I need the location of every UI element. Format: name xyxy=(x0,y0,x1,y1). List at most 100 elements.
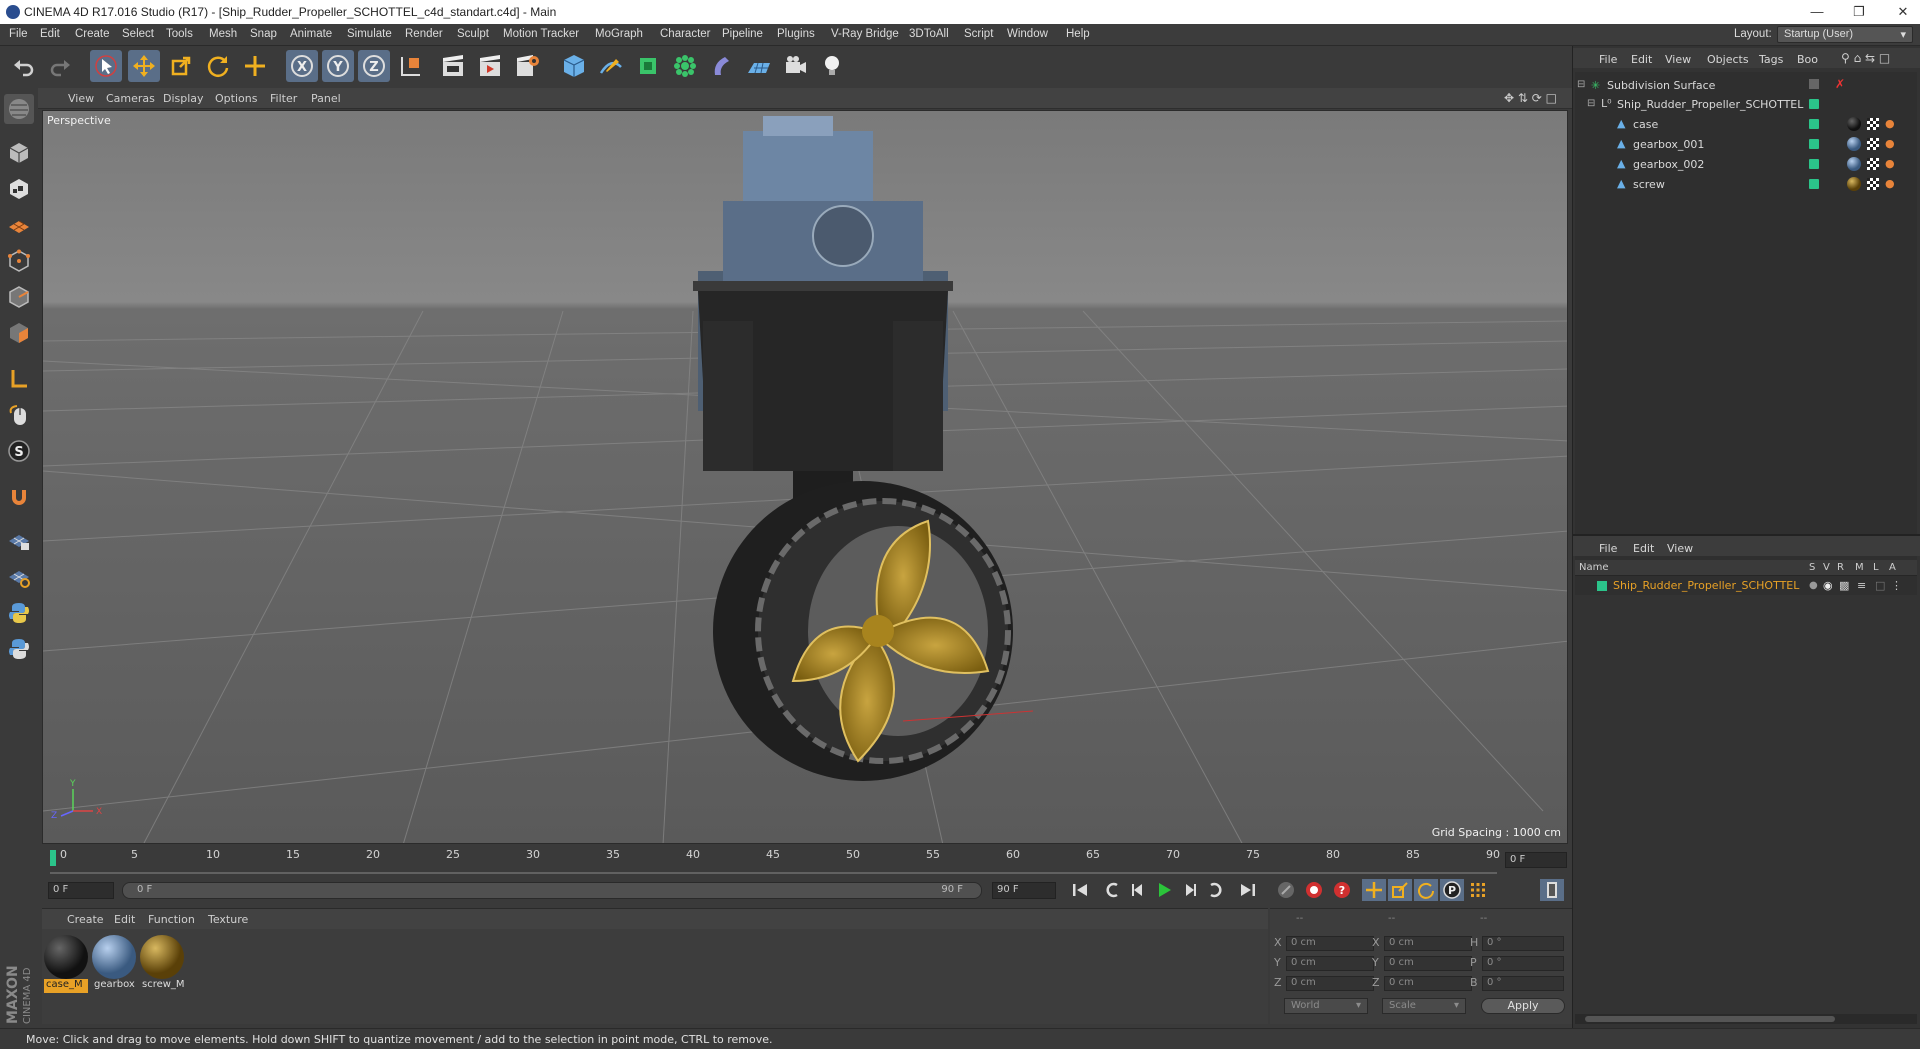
coord-rot-b-field[interactable]: 0 ° xyxy=(1482,976,1564,991)
coord-pos-z-field[interactable]: 0 cm xyxy=(1286,976,1374,991)
model-mode-button[interactable] xyxy=(4,138,34,168)
recent-tool-button[interactable] xyxy=(239,50,271,82)
x-axis-lock-button[interactable]: X xyxy=(286,50,318,82)
menu-file[interactable]: File xyxy=(9,28,28,40)
viewport-menu-options[interactable]: Options xyxy=(215,92,257,105)
phong-tag-icon[interactable]: ● xyxy=(1885,137,1895,150)
apply-button[interactable]: Apply xyxy=(1481,998,1565,1014)
add-spline-button[interactable] xyxy=(595,50,627,82)
coord-rot-p-field[interactable]: 0 ° xyxy=(1482,956,1564,971)
menu-motion-tracker[interactable]: Motion Tracker xyxy=(503,28,579,40)
edges-mode-button[interactable] xyxy=(4,282,34,312)
layer-eye-icon[interactable]: ◉ xyxy=(1823,579,1833,592)
goto-end-button[interactable] xyxy=(1236,879,1260,901)
material-menu-create[interactable]: Create xyxy=(67,913,104,926)
texture-mode-button[interactable] xyxy=(4,174,34,204)
layer-menu-view[interactable]: View xyxy=(1667,542,1693,555)
coord-rot-h-field[interactable]: 0 ° xyxy=(1482,936,1564,951)
menu-vray-bridge[interactable]: V-Ray Bridge xyxy=(831,28,899,40)
python-script-button-1[interactable] xyxy=(4,598,34,628)
prev-frame-button[interactable] xyxy=(1126,879,1150,901)
coord-pos-y-field[interactable]: 0 cm xyxy=(1286,956,1374,971)
z-axis-lock-button[interactable]: Z xyxy=(358,50,390,82)
disable-x-icon[interactable]: ✗ xyxy=(1835,77,1845,91)
viewport-menu-display[interactable]: Display xyxy=(163,92,204,105)
tweak-mode-button[interactable] xyxy=(4,400,34,430)
minimize-button[interactable]: — xyxy=(1802,2,1832,22)
viewport-nav-icons[interactable]: ✥ ⇅ ⟳ □ xyxy=(1504,91,1557,105)
undo-button[interactable] xyxy=(8,50,40,82)
frame-range-slider[interactable]: 0 F 90 F xyxy=(122,882,982,899)
material-swatch-gearbox[interactable] xyxy=(92,935,136,979)
scrollbar-thumb[interactable] xyxy=(1585,1016,1835,1022)
goto-start-button[interactable] xyxy=(1068,879,1092,901)
render-view-button[interactable] xyxy=(437,50,469,82)
uvw-tag-icon[interactable] xyxy=(1867,118,1879,130)
menu-simulate[interactable]: Simulate xyxy=(347,28,392,40)
coord-space-select[interactable]: World ▾ xyxy=(1284,998,1368,1014)
object-menu-bookmarks[interactable]: Boo xyxy=(1797,53,1818,66)
snapping-button[interactable]: S xyxy=(4,436,34,466)
material-menu-texture[interactable]: Texture xyxy=(208,913,248,926)
key-parameter-button[interactable]: P xyxy=(1440,879,1464,901)
menu-mograph[interactable]: MoGraph xyxy=(595,28,643,40)
layer-menu-file[interactable]: File xyxy=(1599,542,1617,555)
menu-help[interactable]: Help xyxy=(1066,28,1090,40)
material-label-case[interactable]: case_M xyxy=(44,979,88,993)
start-frame-field[interactable]: 0 F xyxy=(48,882,114,899)
viewport-menu-panel[interactable]: Panel xyxy=(311,92,341,105)
coord-size-z-field[interactable]: 0 cm xyxy=(1384,976,1472,991)
object-manager-tool-icons[interactable]: ⚲ ⌂ ⇆ □ xyxy=(1841,51,1890,65)
menu-tools[interactable]: Tools xyxy=(166,28,193,40)
coord-size-x-field[interactable]: 0 cm xyxy=(1384,936,1472,951)
object-row-gearbox-002[interactable]: ▲ gearbox_002 ● xyxy=(1575,155,1917,174)
layer-render-icon[interactable]: ▩ xyxy=(1839,579,1849,592)
record-active-button[interactable] xyxy=(1274,879,1298,901)
menu-render[interactable]: Render xyxy=(405,28,443,40)
material-tag-icon[interactable] xyxy=(1847,177,1861,191)
points-mode-button[interactable] xyxy=(4,246,34,276)
collapse-toggle-icon[interactable]: ⊟ xyxy=(1587,98,1595,109)
workplane-mode-button[interactable] xyxy=(4,210,34,240)
perspective-viewport[interactable]: Y X Z Perspective Grid Spacing : 1000 cm xyxy=(42,110,1568,844)
key-rotation-button[interactable] xyxy=(1414,879,1438,901)
menu-sculpt[interactable]: Sculpt xyxy=(457,28,489,40)
material-label-screw[interactable]: screw_M xyxy=(140,979,184,993)
horizontal-scrollbar[interactable] xyxy=(1575,1014,1917,1024)
menu-create[interactable]: Create xyxy=(75,28,110,40)
coord-size-y-field[interactable]: 0 cm xyxy=(1384,956,1472,971)
material-tag-icon[interactable] xyxy=(1847,137,1861,151)
add-cube-button[interactable] xyxy=(558,50,590,82)
menu-window[interactable]: Window xyxy=(1007,28,1048,40)
lock-workplane-button[interactable] xyxy=(4,526,34,556)
material-label-gearbox[interactable]: gearbox xyxy=(92,979,136,993)
object-row-gearbox-001[interactable]: ▲ gearbox_001 ● xyxy=(1575,135,1917,154)
layout-select[interactable]: Startup (User) ▾ xyxy=(1777,26,1913,43)
menu-snap[interactable]: Snap xyxy=(250,28,277,40)
collapse-toggle-icon[interactable]: ⊟ xyxy=(1577,79,1585,90)
menu-animate[interactable]: Animate xyxy=(290,28,332,40)
next-key-button[interactable] xyxy=(1204,879,1228,901)
autokey-button[interactable] xyxy=(1302,879,1326,901)
layer-menu-edit[interactable]: Edit xyxy=(1633,542,1654,555)
render-picture-viewer-button[interactable] xyxy=(474,50,506,82)
add-floor-button[interactable] xyxy=(743,50,775,82)
menu-select[interactable]: Select xyxy=(122,28,154,40)
material-tag-icon[interactable] xyxy=(1847,117,1861,131)
material-menu-edit[interactable]: Edit xyxy=(114,913,135,926)
menu-character[interactable]: Character xyxy=(660,28,711,40)
layer-row[interactable]: Ship_Rudder_Propeller_SCHOTTEL ● ◉ ▩ ≡ □… xyxy=(1575,577,1917,595)
material-swatch-screw[interactable] xyxy=(140,935,184,979)
object-row-case[interactable]: ▲ case ● xyxy=(1575,115,1917,134)
prev-key-button[interactable] xyxy=(1100,879,1124,901)
object-menu-edit[interactable]: Edit xyxy=(1631,53,1652,66)
menu-script[interactable]: Script xyxy=(964,28,993,40)
polygons-mode-button[interactable] xyxy=(4,318,34,348)
play-button[interactable] xyxy=(1152,879,1176,901)
phong-tag-icon[interactable]: ● xyxy=(1885,157,1895,170)
editor-check-icon[interactable] xyxy=(1809,79,1819,89)
layer-animation-icon[interactable]: ⋮ xyxy=(1891,579,1902,592)
key-position-button[interactable] xyxy=(1362,879,1386,901)
move-tool-button[interactable] xyxy=(128,50,160,82)
menu-3dtoall[interactable]: 3DToAll xyxy=(909,28,949,40)
